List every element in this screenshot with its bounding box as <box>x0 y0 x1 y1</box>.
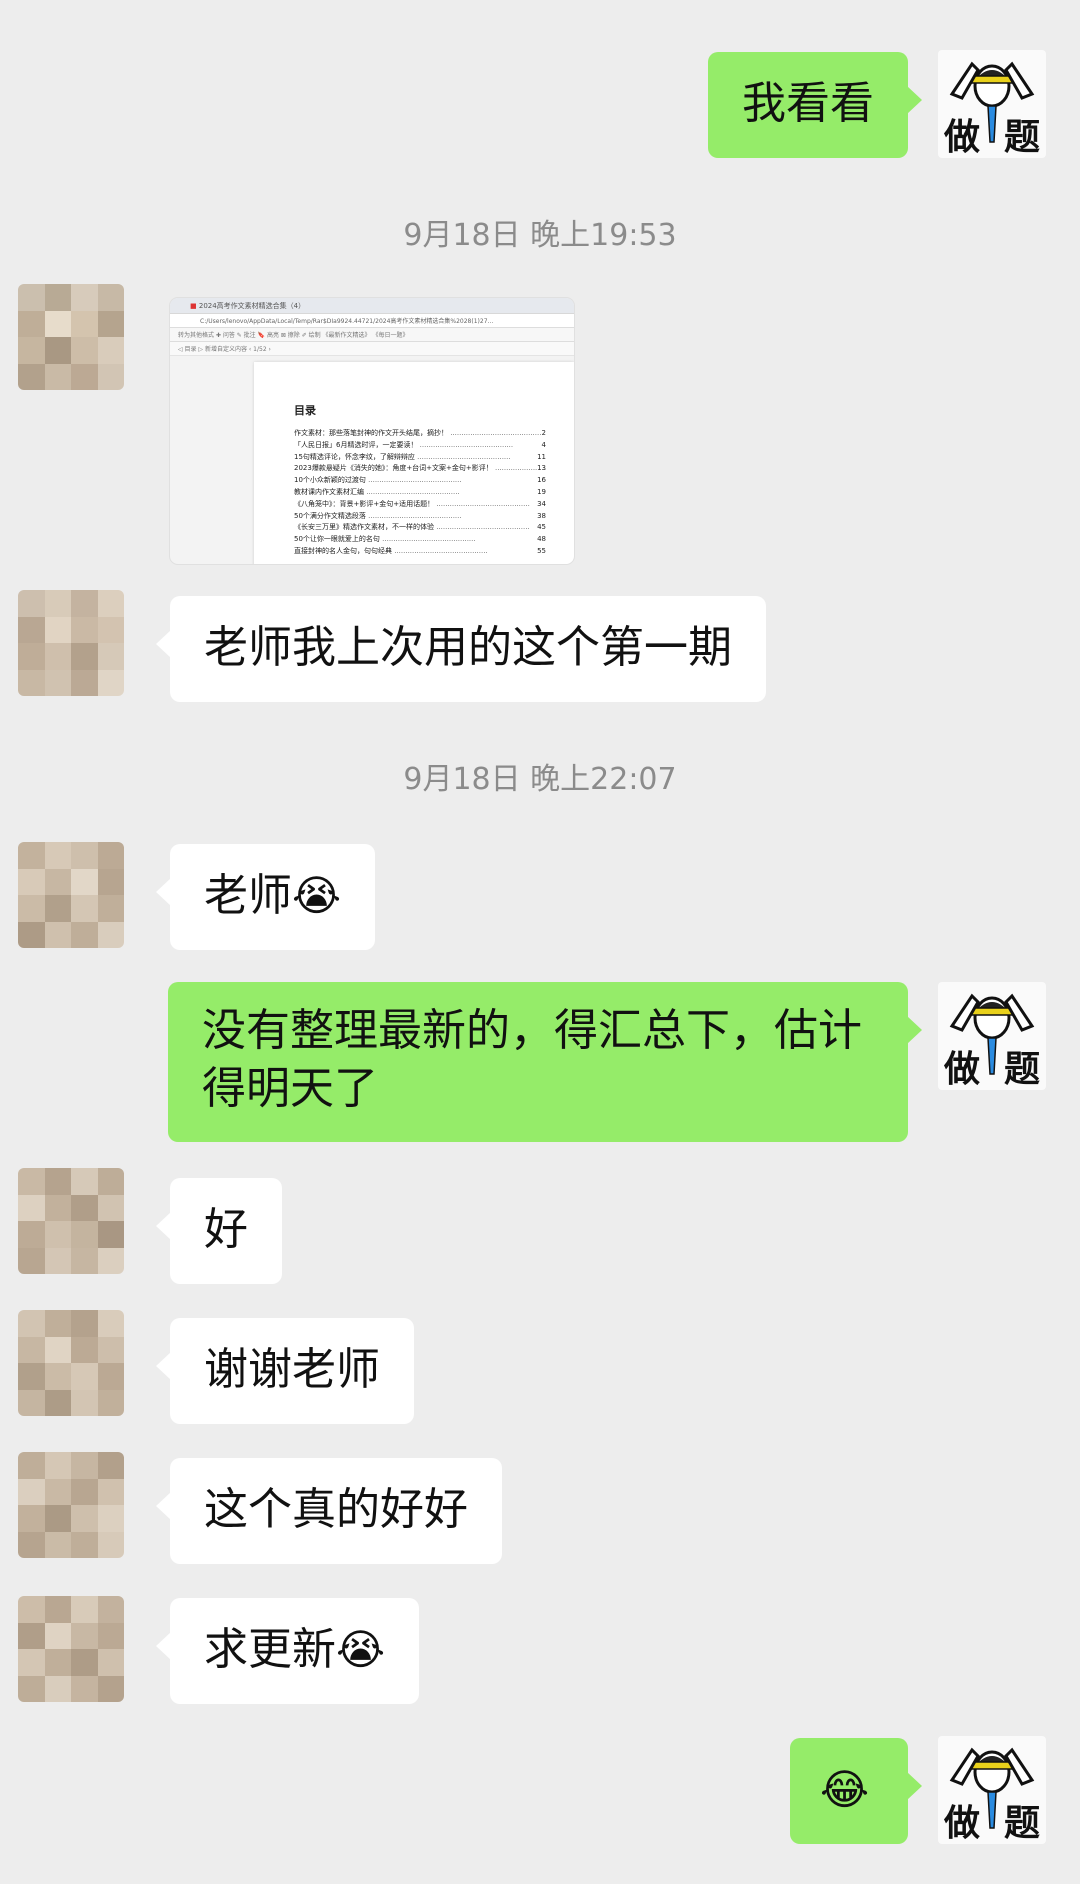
toc-leader-dots: ........................................… <box>365 511 462 520</box>
avatar-caption-left: 做 <box>944 1049 981 1090</box>
toc-entry-title: 50个满分作文精选段落 <box>294 511 366 520</box>
toc-heading: 目录 <box>294 404 316 417</box>
message-text: 老师 <box>204 870 292 921</box>
toc-leader-dots: ........................................… <box>434 499 530 508</box>
toc-entry-title: 2023爆款悬疑片《消失的她》：角度+台词+文案+金句+影评！ <box>294 464 493 473</box>
message-bubble-out[interactable]: 没有整理最新的，得汇总下，估计 得明天了 <box>168 982 922 1142</box>
toc-entry: 45 《长安三万里》精选作文素材，不一样的体验 .................… <box>294 522 546 534</box>
laughing-face-icon: 😂 <box>820 1765 870 1814</box>
pdf-toolbar: 转为其他格式 ✚ 问答 ✎ 批注 🔖 高亮 ⊠ 擦除 ✐ 绘制 《最新作文精选》… <box>170 328 574 342</box>
toc-entry-title: 直接封神的名人金句，句句经典 <box>294 546 392 555</box>
message-line-1: 没有整理最新的，得汇总下，估计 <box>202 1005 862 1056</box>
avatar-caption-left: 做 <box>944 1803 981 1844</box>
toc-entry: 38 50个满分作文精选段落 ..........................… <box>294 511 546 523</box>
toc-entry-page: 55 <box>537 546 546 555</box>
toc-entry-page: 48 <box>537 535 546 544</box>
avatar-caption-right: 题 <box>1003 1803 1040 1844</box>
toc-leader-dots: ........................................… <box>365 476 462 485</box>
toc-entry: 16 10个小众新颖的过渡句 ..........................… <box>294 475 546 487</box>
crying-face-icon: 😭 <box>336 1625 386 1674</box>
toc-entry-page: 4 <box>541 440 546 449</box>
toc-entry-page: 34 <box>537 499 546 508</box>
toc-entry-page: 45 <box>537 523 546 532</box>
my-avatar[interactable]: 做 题 <box>938 1736 1046 1844</box>
contact-avatar[interactable] <box>18 842 124 948</box>
toc-entry: 2 作文素材：那些落笔封神的作文开头结尾，摘抄！ ................… <box>294 428 546 440</box>
shared-document-screenshot[interactable]: ■ 2024高考作文素材精选合集（4） C:/Users/lenovo/AppD… <box>170 298 574 564</box>
pdf-toolbar-2: ◁ 目录 ▷ 新增自定义内容 ‹ 1/52 › <box>170 342 574 356</box>
toc-entry-title: 作文素材：那些落笔封神的作文开头结尾，摘抄！ <box>294 429 448 437</box>
message-bubble-out[interactable]: 我看看 <box>708 52 922 158</box>
message-bubble-in[interactable]: 这个真的好好 <box>156 1458 502 1564</box>
toc-entry: 34 《八角笼中》：背景+影评+金句+适用话题！ ................… <box>294 499 546 511</box>
toc-entry: 4 「人民日报」6月精选时评，一定要读！ ....................… <box>294 440 546 452</box>
toc-leader-dots: ........................................… <box>448 429 544 437</box>
toc-entry: 11 15句精选评论，怀念李纹，了解辩辩应 ...................… <box>294 452 546 464</box>
contact-avatar[interactable] <box>18 284 124 390</box>
toc-entry-page: 16 <box>537 476 546 485</box>
toc-entry-title: 《长安三万里》精选作文素材，不一样的体验 <box>294 523 434 532</box>
toc-entry-title: 《八角笼中》：背景+影评+金句+适用话题！ <box>294 499 435 508</box>
toc-list: 2 作文素材：那些落笔封神的作文开头结尾，摘抄！ ................… <box>294 428 574 558</box>
toc-entry-page: 19 <box>537 487 546 496</box>
toc-entry: 19 教材课内作文素材汇编 ...........................… <box>294 487 546 499</box>
toc-leader-dots: ........................................… <box>495 464 546 473</box>
toc-entry-title: 教材课内作文素材汇编 <box>294 487 364 496</box>
pdf-page: 目录 2 作文素材：那些落笔封神的作文开头结尾，摘抄！ .............… <box>254 362 574 564</box>
toc-leader-dots: ........................................… <box>417 440 514 449</box>
message-line-2: 得明天了 <box>202 1063 378 1114</box>
message-bubble-in[interactable]: 谢谢老师 <box>156 1318 414 1424</box>
message-bubble-in[interactable]: 老师我上次用的这个第一期 <box>156 596 766 702</box>
message-bubble-in[interactable]: 求更新😭 <box>155 1598 420 1704</box>
timestamp: 9月18日 晚上19:53 <box>403 218 677 253</box>
message-bubble-in[interactable]: 老师😭 <box>155 844 376 950</box>
timestamp: 9月18日 晚上22:07 <box>403 762 677 797</box>
my-avatar[interactable]: 做 题 <box>938 982 1046 1090</box>
toc-leader-dots: ........................................… <box>434 523 530 532</box>
toc-entry-title: 10个小众新颖的过渡句 <box>294 476 366 485</box>
toc-leader-dots: ........................................… <box>364 487 460 496</box>
toc-leader-dots: ........................................… <box>414 452 511 461</box>
contact-avatar[interactable] <box>18 590 124 696</box>
browser-tab: ■ 2024高考作文素材精选合集（4） <box>170 298 574 314</box>
message-bubble-out[interactable]: 😂 <box>790 1738 922 1844</box>
avatar-caption-right: 题 <box>1003 117 1040 158</box>
contact-avatar[interactable] <box>18 1452 124 1558</box>
address-bar: C:/Users/lenovo/AppData/Local/Temp/Rar$D… <box>170 314 574 328</box>
avatar-caption-right: 题 <box>1003 1049 1040 1090</box>
toc-leader-dots: ........................................… <box>379 535 476 544</box>
toc-entry-title: 15句精选评论，怀念李纹，了解辩辩应 <box>294 452 415 461</box>
toc-entry: 48 50个让你一眼就爱上的名句 ........................… <box>294 534 546 546</box>
toc-entry-title: 「人民日报」6月精选时评，一定要读！ <box>294 440 418 449</box>
toc-entry: 55 直接封神的名人金句，句句经典 .......................… <box>294 546 546 558</box>
toc-entry-page: 38 <box>537 511 546 520</box>
pdf-icon: ■ <box>190 302 197 310</box>
toc-entry: 13 2023爆款悬疑片《消失的她》：角度+台词+文案+金句+影评！ ......… <box>294 463 546 475</box>
contact-avatar[interactable] <box>18 1310 124 1416</box>
my-avatar[interactable]: 做 题 <box>938 50 1046 158</box>
toc-leader-dots: ........................................… <box>392 546 488 555</box>
toc-entry-page: 11 <box>537 452 546 461</box>
contact-avatar[interactable] <box>18 1168 124 1274</box>
message-bubble-in[interactable]: 好 <box>156 1178 282 1284</box>
contact-avatar[interactable] <box>18 1596 124 1702</box>
toc-entry-title: 50个让你一眼就爱上的名句 <box>294 535 380 544</box>
message-text: 求更新 <box>204 1624 336 1675</box>
crying-face-icon: 😭 <box>292 871 342 920</box>
avatar-caption-left: 做 <box>944 117 981 158</box>
